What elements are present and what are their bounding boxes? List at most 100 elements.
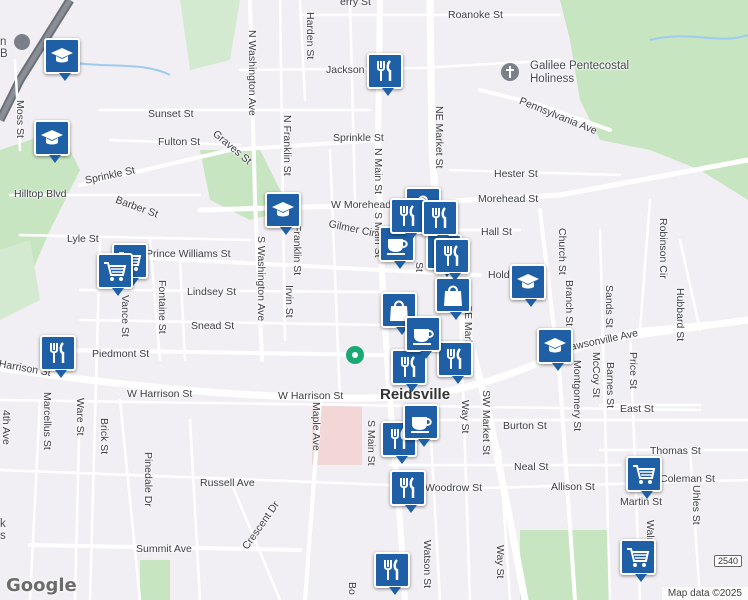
map-canvas[interactable]: erry St Roanoke St Jackson St Pennsylvan… [0, 0, 748, 600]
street-label: S Washington Ave [255, 236, 267, 322]
school-icon [270, 197, 296, 223]
street-label: Hilltop Blvd [14, 188, 67, 200]
street-label: Allison St [551, 481, 595, 493]
street-label: Lindsey St [187, 286, 237, 298]
restaurant-icon [45, 340, 71, 366]
street-label: Woodrow St [425, 482, 482, 494]
grocery-marker[interactable] [626, 456, 662, 499]
church-label: Galilee Pentecostal Holiness [530, 60, 655, 86]
street-label: Bo [346, 582, 358, 595]
street-label: Brick St [98, 418, 110, 455]
street-label: Harden St [304, 12, 316, 60]
school-icon [542, 333, 568, 359]
street-label: Sunset St [148, 108, 194, 120]
church-name: Galilee Pentecostal Holiness [530, 60, 630, 85]
google-logo: Google [6, 575, 77, 596]
street-label: Piedmont St [92, 348, 150, 360]
street-label: Sands St [603, 285, 615, 328]
park-area [140, 560, 170, 600]
church-pin [501, 63, 519, 81]
park-area [180, 0, 240, 70]
street-label: Fulton St [158, 136, 201, 148]
street-label: Moss St [14, 100, 26, 138]
street-label: Branch St [563, 280, 575, 327]
poi-label: k [0, 518, 6, 530]
school-pin [14, 34, 30, 50]
restaurant-icon [372, 58, 398, 84]
street-label: Lyle St [67, 233, 99, 245]
street-label: Hold [488, 269, 510, 281]
school-marker[interactable] [34, 120, 70, 163]
street-label: Hester St [494, 168, 538, 180]
street-label: Vance St [119, 295, 131, 337]
street-label: Morehead St [478, 193, 539, 205]
street-label: N Main St [372, 148, 384, 195]
grocery-marker[interactable] [97, 253, 133, 296]
restaurant-marker[interactable] [40, 335, 76, 378]
school-marker[interactable] [537, 328, 573, 371]
street-label: Sprinkle St [333, 132, 384, 144]
grocery-marker[interactable] [620, 539, 656, 582]
poi-label: s [0, 530, 6, 542]
coffee-marker[interactable] [403, 404, 439, 447]
restaurant-icon [395, 475, 421, 501]
street-label: Montgomery St [571, 360, 583, 432]
street-label: Way St [494, 545, 506, 579]
coffee-icon [410, 321, 436, 347]
street-label: Snead St [191, 320, 235, 332]
street-label: N Washington Ave [246, 30, 258, 116]
poi-label: n [0, 36, 7, 48]
restaurant-marker[interactable] [437, 341, 473, 384]
street-label: N Franklin St [281, 115, 293, 176]
street-label: Coleman St [660, 473, 715, 485]
school-marker[interactable] [265, 192, 301, 235]
street-label: Prince Williams St [146, 248, 231, 260]
street-label: Hall St [481, 226, 512, 238]
restaurant-marker[interactable] [434, 238, 470, 281]
street-label: Watson St [421, 540, 433, 589]
street-label: Russell Ave [200, 477, 255, 489]
street-label: East St [620, 403, 654, 415]
map-attribution[interactable]: Map data ©2025 [661, 587, 748, 600]
restaurant-marker[interactable] [390, 470, 426, 513]
street-label: Price St [627, 352, 639, 389]
school-marker[interactable] [44, 38, 80, 81]
street-label: Neal St [514, 461, 549, 473]
coffee-marker[interactable] [405, 316, 441, 359]
shopping-marker[interactable] [435, 277, 471, 320]
street-label: Marcellus St [41, 392, 53, 450]
restaurant-icon [396, 354, 422, 380]
street-label: Summit Ave [136, 543, 192, 555]
restaurant-marker[interactable] [422, 200, 458, 243]
street-label: Pinedale Dr [142, 452, 154, 507]
grocery-icon [631, 461, 657, 487]
street-label: Burton St [503, 420, 547, 432]
school-marker[interactable] [510, 264, 546, 307]
restaurant-icon [442, 346, 468, 372]
street-label: W Harrison St [278, 390, 344, 402]
street-label: Barnes St [604, 362, 616, 409]
restaurant-icon [427, 205, 453, 231]
street-label: Franklin St [291, 225, 303, 276]
street-label: NE Market St [433, 106, 445, 169]
restaurant-marker[interactable] [367, 53, 403, 96]
park-area [560, 0, 748, 200]
street-label: W Harrison St [127, 388, 193, 400]
street-label: Ware St [74, 398, 86, 436]
street-label: Roanoke St [448, 9, 503, 21]
restaurant-marker[interactable] [390, 198, 426, 241]
street-label: Hubbard St [674, 288, 686, 342]
street-label: erry St [340, 0, 371, 8]
street-label: S Main St [365, 420, 377, 466]
street-label: Robinson Cir [657, 218, 669, 279]
street-label: 4th Ave [0, 410, 12, 445]
restaurant-marker[interactable] [374, 552, 410, 595]
grocery-icon [625, 544, 651, 570]
school-icon [49, 43, 75, 69]
park-area [520, 530, 610, 600]
street-label: Fontaine St [156, 280, 168, 334]
restaurant-icon [379, 557, 405, 583]
grocery-icon [102, 258, 128, 284]
shopping-icon [440, 282, 466, 308]
street-label: Church St [556, 228, 568, 275]
